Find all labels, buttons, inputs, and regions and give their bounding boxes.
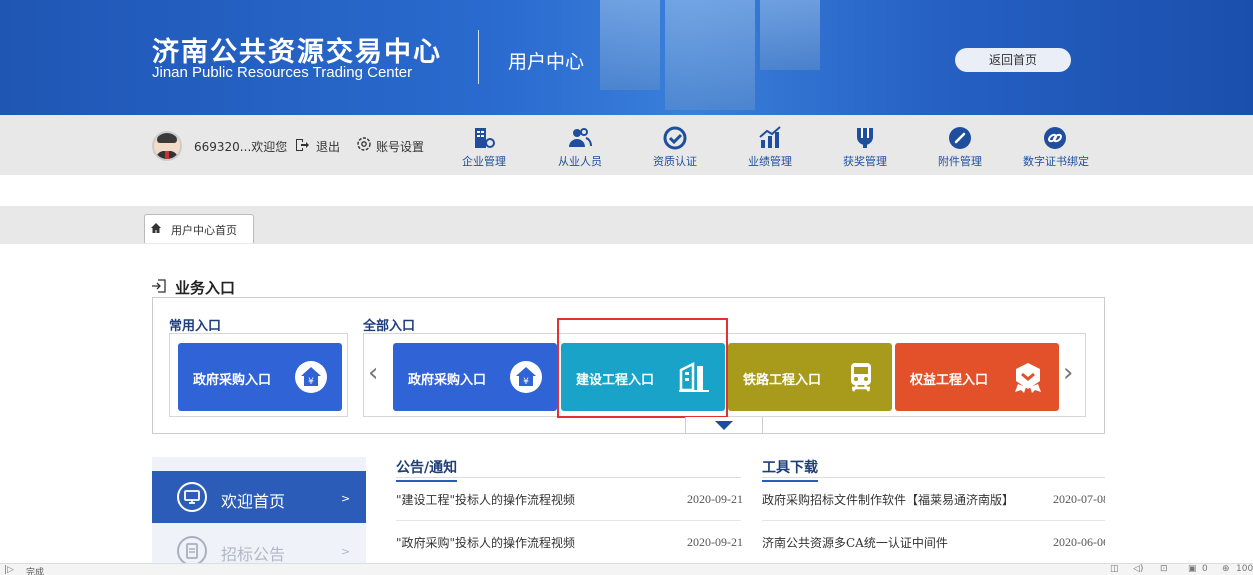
train-icon xyxy=(851,363,871,392)
all-entry-title: 全部入口 xyxy=(363,319,416,334)
notice-date: 2020-09-21 xyxy=(687,535,743,549)
divider xyxy=(396,477,741,478)
play-icon: |▷ xyxy=(4,565,14,575)
tools-title[interactable]: 工具下载 xyxy=(762,457,818,482)
business-entry-title: 业务入口 xyxy=(175,279,236,297)
highlight-box xyxy=(557,318,728,418)
nav-award[interactable]: 获奖管理 xyxy=(833,122,897,172)
divider xyxy=(396,520,741,521)
card-label: 权益工程入口 xyxy=(910,373,989,388)
chevron-right-icon: > xyxy=(341,545,351,558)
svg-text:¥: ¥ xyxy=(523,377,529,387)
medal-icon xyxy=(1015,363,1041,393)
carousel-prev-button[interactable]: ‹ xyxy=(368,358,378,388)
performance-icon xyxy=(759,126,781,148)
speaker-icon[interactable]: ◁) xyxy=(1133,564,1143,574)
nav-qualification[interactable]: 资质认证 xyxy=(643,122,707,172)
gear-icon[interactable] xyxy=(356,136,372,152)
card-label: 铁路工程入口 xyxy=(743,373,822,388)
zoom-icon[interactable]: ⊕ xyxy=(1222,564,1230,574)
house-yuan-icon: ¥ xyxy=(295,361,327,393)
account-settings-link[interactable]: 账号设置 xyxy=(376,138,424,155)
carousel-next-button[interactable]: › xyxy=(1063,358,1073,388)
card-label: 政府采购入口 xyxy=(408,373,487,388)
nav-award-label: 获奖管理 xyxy=(843,155,887,168)
enterprise-icon xyxy=(475,128,495,148)
nav-performance[interactable]: 业绩管理 xyxy=(738,122,802,172)
avatar[interactable] xyxy=(152,131,182,161)
logout-icon[interactable] xyxy=(294,137,310,153)
sidebar-item-label: 欢迎首页 xyxy=(221,492,286,511)
nav-staff[interactable]: 从业人员 xyxy=(548,122,612,172)
sidebar-item-bid-notice[interactable]: 招标公告 xyxy=(221,541,285,565)
nav-attachment[interactable]: 附件管理 xyxy=(928,122,992,172)
nav-performance-label: 业绩管理 xyxy=(748,155,792,168)
certificate-link-icon xyxy=(1044,127,1066,149)
user-center-title: 用户中心 xyxy=(508,51,585,73)
equity-entry-button[interactable]: 权益工程入口 xyxy=(895,343,1059,411)
divider xyxy=(762,477,1105,478)
building-image xyxy=(665,0,755,110)
nav-certificate[interactable]: 数字证书绑定 xyxy=(1023,122,1089,172)
railway-entry-button[interactable]: 铁路工程入口 xyxy=(728,343,892,411)
attachment-icon xyxy=(949,127,971,149)
staff-icon xyxy=(569,128,592,147)
tool-date: 2020-06-06 xyxy=(1053,535,1105,549)
document-icon[interactable] xyxy=(177,536,207,566)
tool-link[interactable]: 济南公共资源多CA统一认证中间件 xyxy=(762,534,948,551)
gov-procurement-entry-button[interactable]: 政府采购入口 ¥ xyxy=(178,343,342,411)
shield-icon[interactable]: ◫ xyxy=(1110,564,1119,574)
gov-procurement-entry-button[interactable]: 政府采购入口 ¥ xyxy=(393,343,557,411)
monitor-icon xyxy=(177,482,207,512)
logout-link[interactable]: 退出 xyxy=(316,138,340,155)
download-count: 0 xyxy=(1202,564,1208,574)
nav-enterprise[interactable]: 企业管理 xyxy=(452,122,516,172)
award-icon xyxy=(857,128,873,148)
entry-icon xyxy=(151,278,167,298)
house-yuan-icon: ¥ xyxy=(510,361,542,393)
divider xyxy=(762,520,1105,521)
notice-date: 2020-09-21 xyxy=(687,492,743,506)
tool-date: 2020-07-08 xyxy=(1053,492,1105,506)
username-greeting: 669320...欢迎您 xyxy=(194,140,288,154)
zoom-level[interactable]: 100 xyxy=(1236,564,1253,574)
nav-enterprise-label: 企业管理 xyxy=(462,155,506,168)
breadcrumb-label[interactable]: 用户中心首页 xyxy=(171,222,237,238)
building-image xyxy=(760,0,820,70)
page: 济南公共资源交易中心 Jinan Public Resources Tradin… xyxy=(0,0,1253,575)
lock-icon[interactable]: ⊡ xyxy=(1160,564,1168,574)
nav-certificate-label: 数字证书绑定 xyxy=(1023,155,1089,168)
header-divider xyxy=(478,30,479,84)
notice-link[interactable]: "政府采购"投标人的操作流程视频 xyxy=(396,534,575,551)
svg-text:¥: ¥ xyxy=(308,377,314,387)
status-text: 完成 xyxy=(26,568,45,575)
download-icon[interactable]: ▣ xyxy=(1188,564,1197,574)
card-label: 政府采购入口 xyxy=(193,373,272,388)
qualification-icon xyxy=(663,126,687,150)
chevron-down-icon[interactable] xyxy=(715,421,733,430)
notice-link[interactable]: "建设工程"投标人的操作流程视频 xyxy=(396,491,575,508)
nav-staff-label: 从业人员 xyxy=(558,155,602,168)
notices-title[interactable]: 公告/通知 xyxy=(396,457,458,482)
status-bar xyxy=(0,563,1253,575)
common-entry-title: 常用入口 xyxy=(169,319,222,334)
chevron-right-icon: > xyxy=(341,492,351,505)
home-icon xyxy=(150,222,162,237)
site-subtitle: Jinan Public Resources Trading Center xyxy=(152,64,413,81)
tool-link[interactable]: 政府采购招标文件制作软件【福莱易通济南版】 xyxy=(762,491,1014,508)
building-image xyxy=(600,0,660,90)
nav-attachment-label: 附件管理 xyxy=(938,155,982,168)
nav-qualification-label: 资质认证 xyxy=(653,155,697,168)
back-home-button[interactable]: 返回首页 xyxy=(955,48,1071,72)
